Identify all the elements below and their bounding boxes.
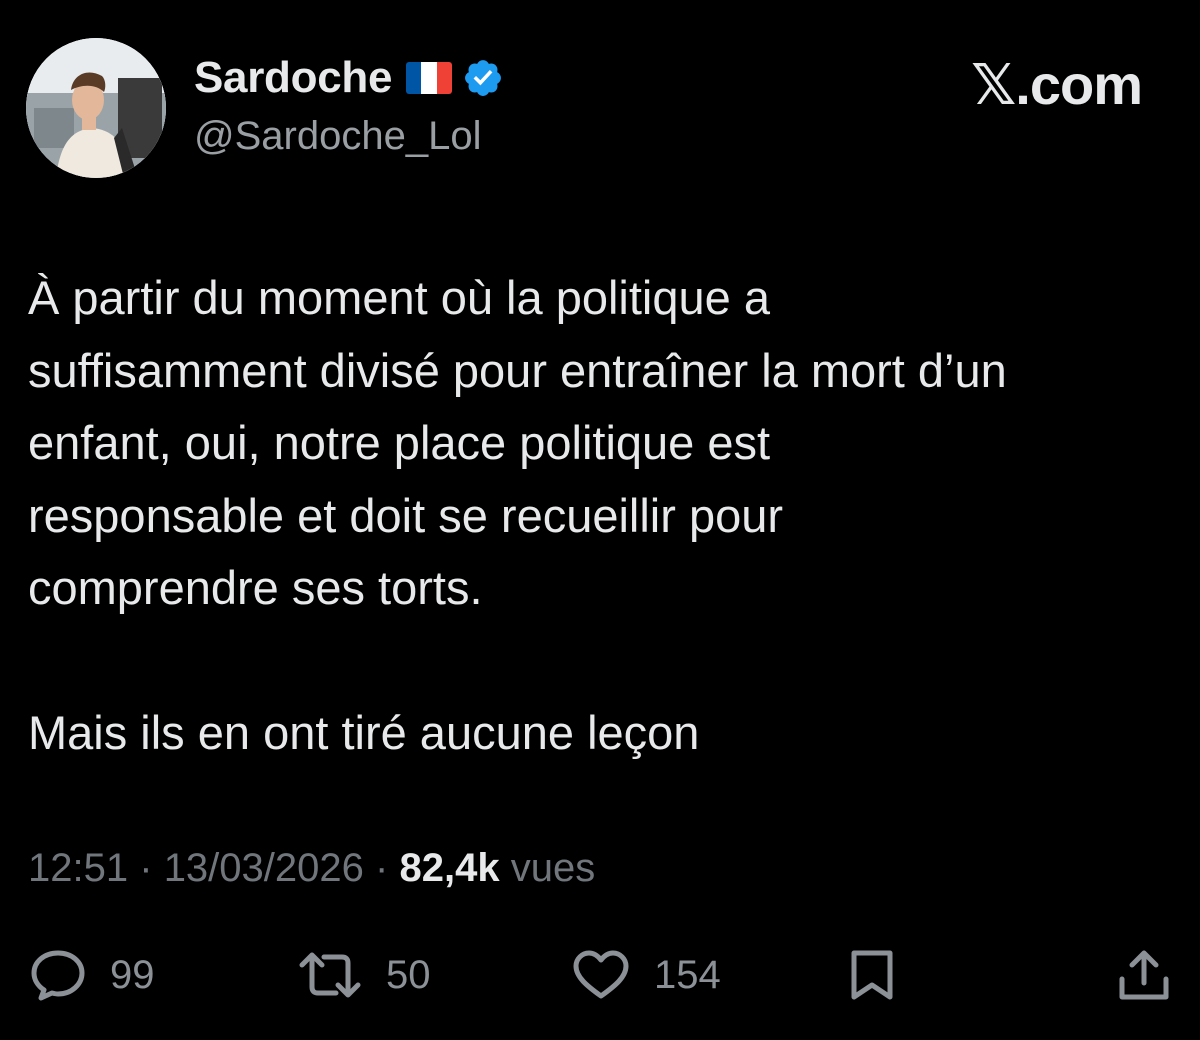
tweet-paragraph: À partir du moment où la politique a suf… [28, 262, 1178, 625]
repost-count: 50 [386, 952, 431, 997]
reply-icon [31, 950, 85, 1001]
tweet-date[interactable]: 13/03/2026 [164, 846, 364, 890]
like-count: 154 [654, 952, 721, 997]
reply-count: 99 [110, 952, 155, 997]
bookmark-icon [851, 950, 893, 1000]
meta-separator: · [375, 846, 389, 890]
tweet: Sardoche @Sardoche_Lol 𝕏.com À partir du… [0, 0, 1200, 1040]
share-button[interactable] [1116, 940, 1172, 1010]
author-display-name[interactable]: Sardoche [194, 53, 392, 103]
like-button[interactable]: 154 [572, 940, 721, 1010]
tweet-line: responsable et doit se recueillir pour [28, 488, 784, 542]
tweet-line: Mais ils en ont tiré aucune leçon [28, 705, 700, 759]
france-flag-icon [406, 62, 453, 94]
reply-button[interactable]: 99 [30, 940, 155, 1010]
share-icon [1119, 950, 1169, 1000]
tweet-paragraph: Mais ils en ont tiré aucune leçon [28, 697, 1178, 770]
tweet-text: À partir du moment où la politique a suf… [28, 262, 1178, 769]
bookmark-button[interactable] [846, 940, 898, 1010]
tweet-meta: 12:51 · 13/03/2026 · 82,4k vues [28, 846, 595, 891]
verified-badge-icon [465, 60, 502, 96]
author-name-row[interactable]: Sardoche [194, 52, 504, 104]
tweet-line: suffisamment divisé pour entraîner la mo… [28, 343, 1007, 397]
avatar[interactable] [26, 38, 166, 178]
meta-separator: · [139, 846, 153, 890]
author-handle[interactable]: @Sardoche_Lol [194, 114, 481, 159]
repost-button[interactable]: 50 [298, 940, 431, 1010]
tweet-line: comprendre ses torts. [28, 561, 483, 614]
action-bar: 99 50 154 [0, 940, 1200, 1010]
repost-icon [299, 952, 361, 998]
tweet-line: À partir du moment où la politique a [28, 271, 770, 324]
tweet-line: enfant, oui, notre place politique est [28, 416, 771, 469]
heart-icon [573, 950, 629, 999]
site-label: 𝕏.com [971, 53, 1143, 116]
tweet-time[interactable]: 12:51 [28, 846, 128, 890]
views-count: 82,4k [399, 846, 500, 890]
views-label: vues [510, 846, 596, 890]
